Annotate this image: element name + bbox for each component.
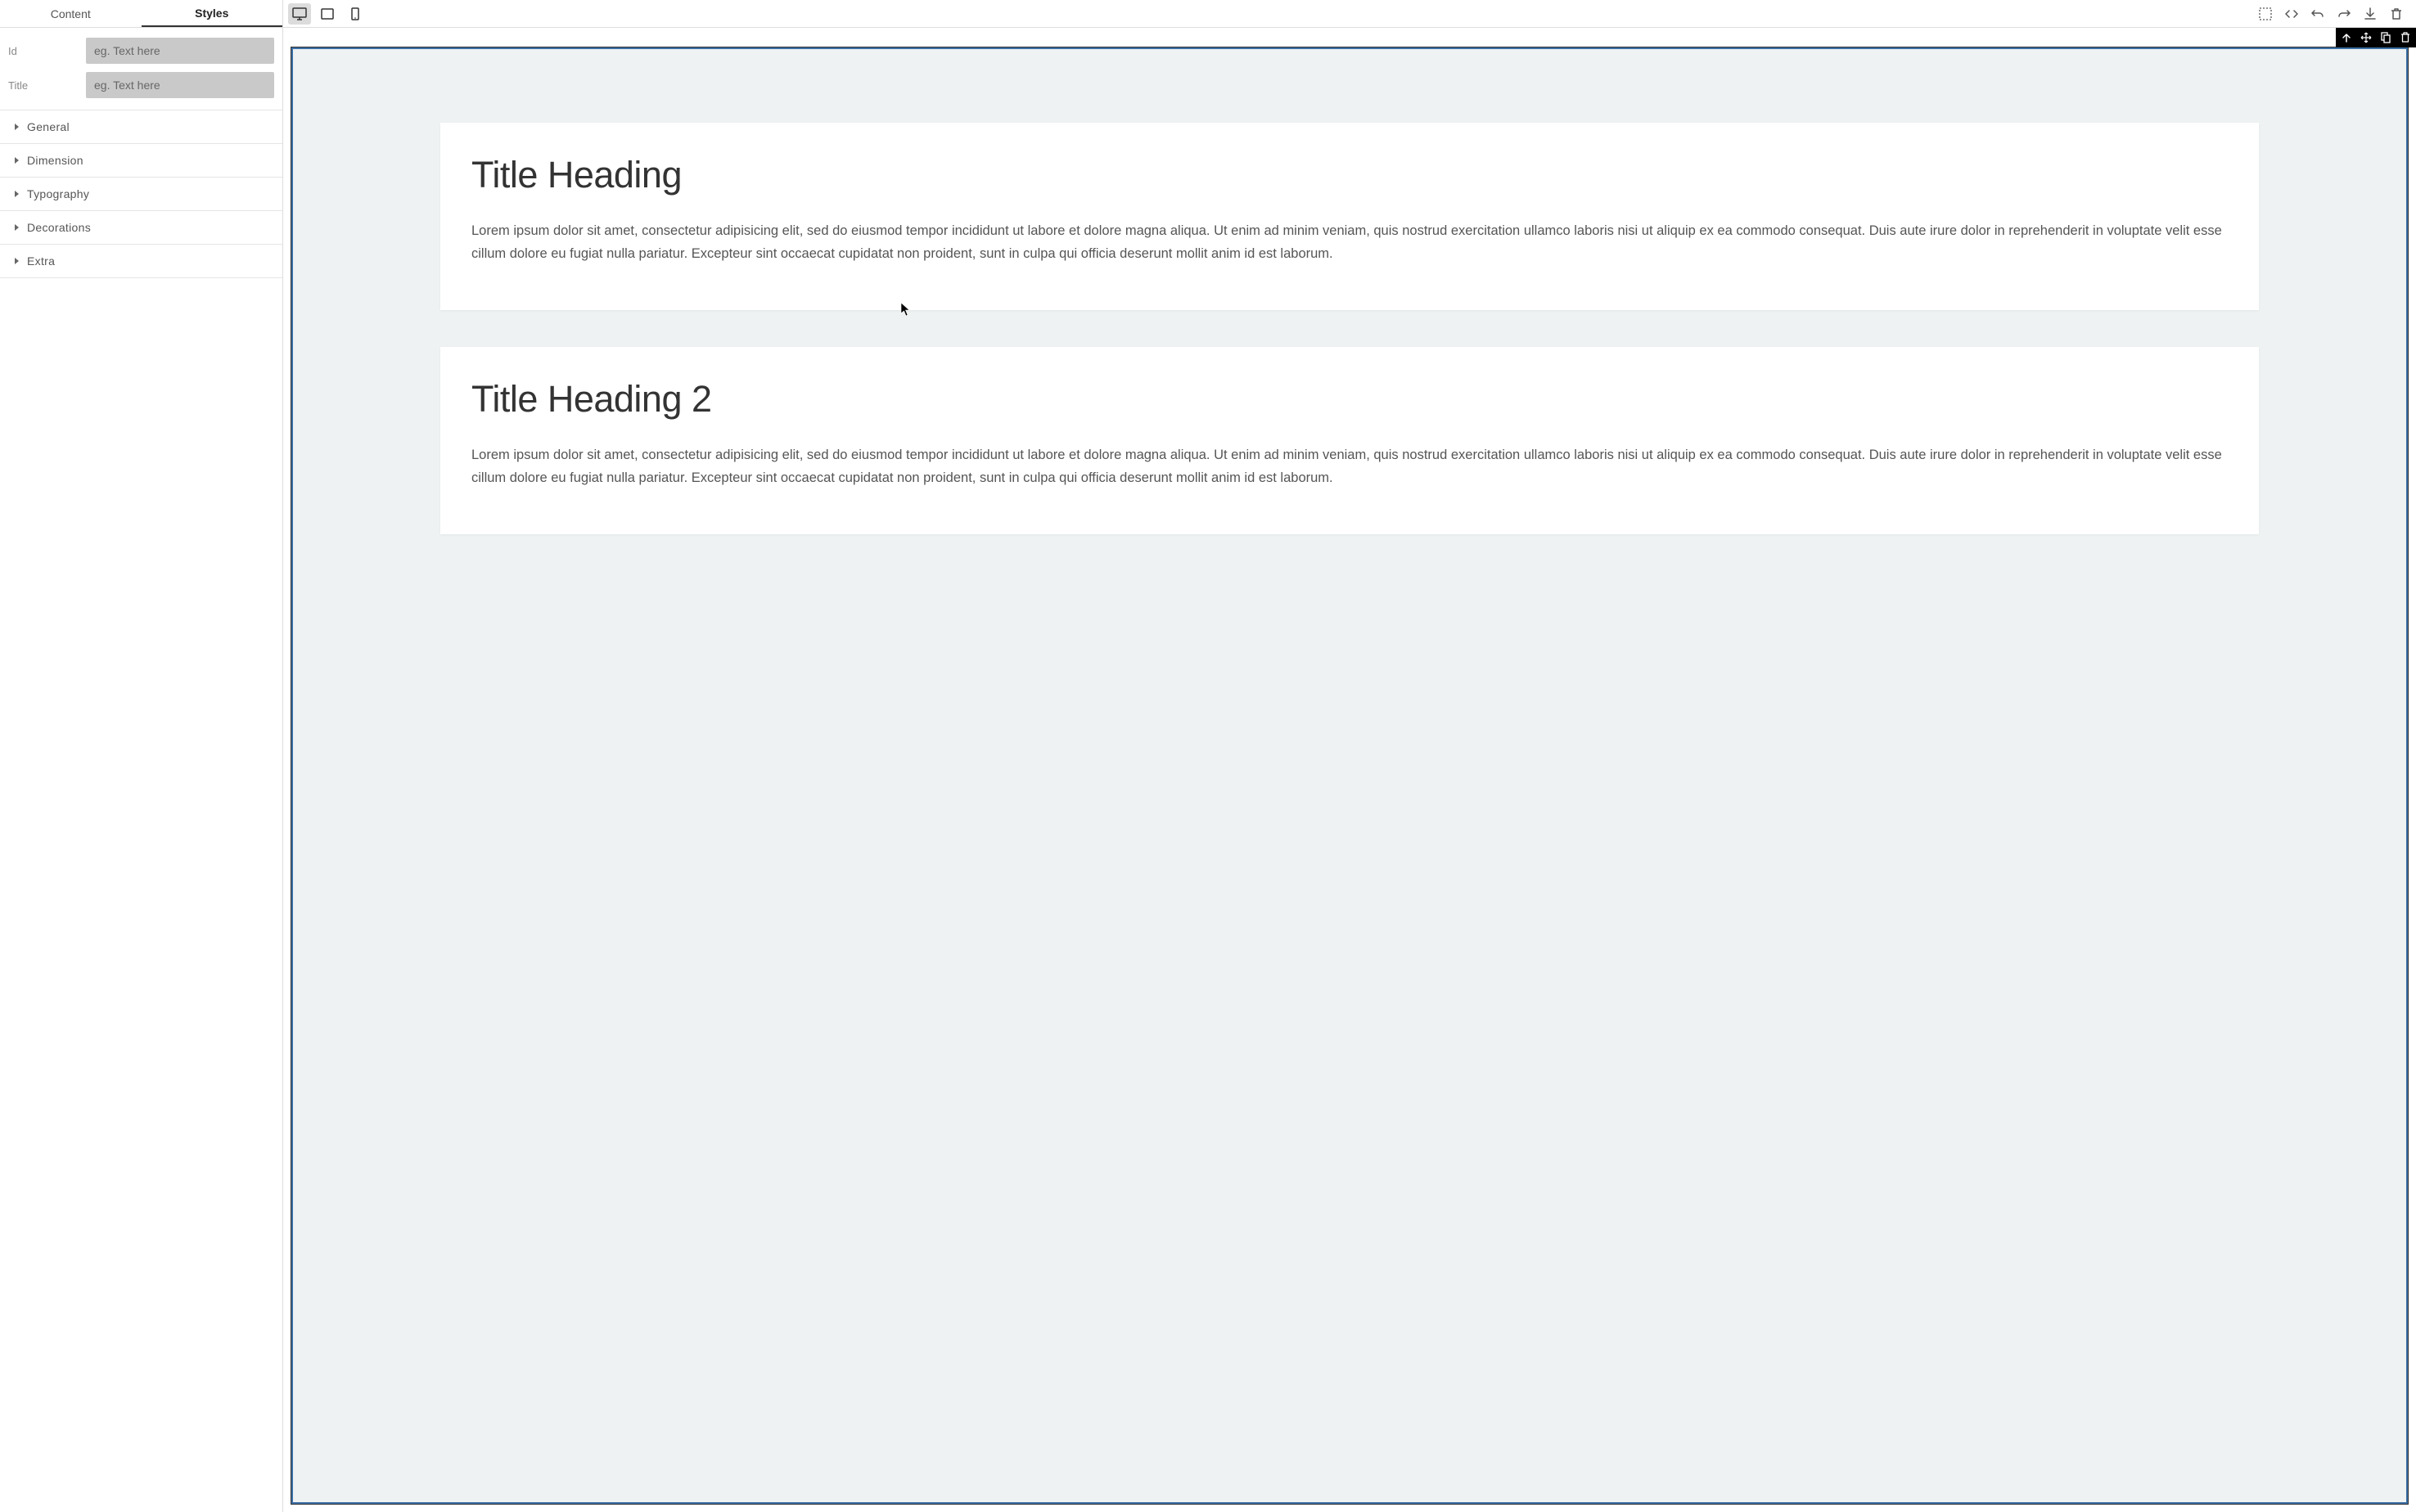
accordion-typography[interactable]: Typography (0, 178, 282, 211)
outline-toggle-button[interactable] (2257, 6, 2274, 22)
mobile-icon (351, 7, 359, 20)
field-row-title: Title (8, 72, 274, 98)
caret-right-icon (15, 157, 19, 164)
accordion-label: Dimension (27, 154, 83, 167)
tab-content[interactable]: Content (0, 0, 142, 27)
card-body[interactable]: Lorem ipsum dolor sit amet, consectetur … (471, 219, 2228, 265)
dashed-square-icon (2259, 7, 2272, 20)
settings-fields: Id Title (0, 28, 282, 110)
tablet-icon (321, 8, 334, 20)
desktop-icon (292, 7, 307, 20)
content-card[interactable]: Title Heading Lorem ipsum dolor sit amet… (440, 123, 2259, 310)
tab-styles[interactable]: Styles (142, 0, 283, 27)
move-icon (2360, 32, 2372, 43)
topbar-actions (2257, 6, 2411, 22)
trash-icon (2391, 7, 2402, 20)
title-label: Title (8, 79, 86, 92)
accordion-dimension[interactable]: Dimension (0, 144, 282, 178)
accordion-label: General (27, 120, 70, 133)
field-row-id: Id (8, 38, 274, 64)
card-body[interactable]: Lorem ipsum dolor sit amet, consectetur … (471, 443, 2228, 489)
undo-icon (2311, 7, 2324, 20)
caret-right-icon (15, 191, 19, 197)
canvas-wrapper[interactable]: Title Heading Lorem ipsum dolor sit amet… (283, 28, 2416, 1512)
download-icon (2364, 7, 2376, 20)
caret-right-icon (15, 224, 19, 231)
accordion-label: Decorations (27, 221, 91, 234)
caret-right-icon (15, 258, 19, 264)
accordion-decorations[interactable]: Decorations (0, 211, 282, 245)
selection-toolbar (2336, 28, 2416, 47)
sidebar-panel: Content Styles Id Title General Dimensio… (0, 0, 283, 1512)
device-tablet-button[interactable] (316, 3, 339, 25)
device-desktop-button[interactable] (288, 3, 311, 25)
canvas-body[interactable]: Title Heading Lorem ipsum dolor sit amet… (291, 47, 2408, 1504)
accordion-label: Typography (27, 187, 89, 200)
card-heading[interactable]: Title Heading (471, 154, 2228, 196)
copy-button[interactable] (2378, 30, 2393, 45)
topbar (283, 0, 2416, 28)
accordion-label: Extra (27, 254, 55, 268)
accordion-general[interactable]: General (0, 110, 282, 144)
content-card[interactable]: Title Heading 2 Lorem ipsum dolor sit am… (440, 347, 2259, 534)
delete-button[interactable] (2398, 30, 2413, 45)
undo-button[interactable] (2310, 6, 2326, 22)
clear-canvas-button[interactable] (2388, 6, 2405, 22)
title-input[interactable] (86, 72, 274, 98)
style-accordion: General Dimension Typography Decorations… (0, 110, 282, 278)
arrow-up-icon (2342, 33, 2351, 43)
accordion-extra[interactable]: Extra (0, 245, 282, 278)
sidebar-tabs: Content Styles (0, 0, 282, 28)
import-button[interactable] (2362, 6, 2378, 22)
card-heading[interactable]: Title Heading 2 (471, 378, 2228, 421)
select-parent-button[interactable] (2339, 30, 2354, 45)
main-area: Title Heading Lorem ipsum dolor sit amet… (283, 0, 2416, 1512)
code-icon (2284, 8, 2299, 20)
device-switcher (288, 3, 367, 25)
copy-icon (2381, 32, 2391, 43)
code-view-button[interactable] (2283, 6, 2300, 22)
caret-right-icon (15, 124, 19, 130)
trash-icon (2400, 32, 2410, 43)
id-label: Id (8, 45, 86, 57)
redo-icon (2337, 7, 2351, 20)
id-input[interactable] (86, 38, 274, 64)
redo-button[interactable] (2336, 6, 2352, 22)
move-button[interactable] (2359, 30, 2373, 45)
device-mobile-button[interactable] (344, 3, 367, 25)
